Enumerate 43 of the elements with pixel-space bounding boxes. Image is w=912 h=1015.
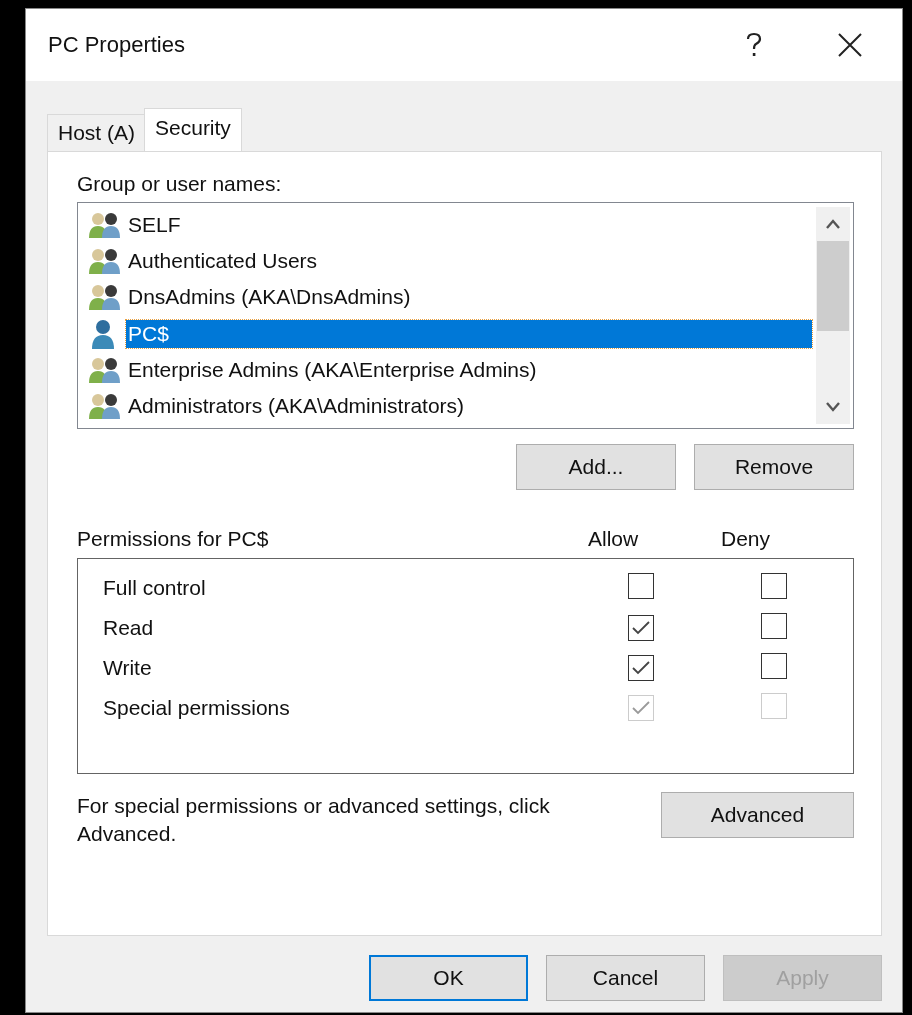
group-list-label: Group or user names: <box>77 172 283 197</box>
tab[interactable]: Host (A) <box>47 114 146 151</box>
check-icon <box>631 700 651 716</box>
list-item[interactable]: Enterprise Admins (AKA\Enterprise Admins) <box>126 355 541 384</box>
user-group-icon <box>88 355 122 384</box>
column-header: Allow <box>588 527 640 551</box>
scroll-down-icon[interactable] <box>826 402 840 412</box>
list-item[interactable]: Authenticated Users <box>126 247 322 276</box>
tab[interactable]: Security <box>144 108 242 151</box>
remove-button[interactable]: Remove <box>694 444 854 490</box>
check-icon <box>631 660 651 676</box>
add-button[interactable]: Add... <box>516 444 676 490</box>
checkbox[interactable] <box>761 572 787 599</box>
list-item[interactable]: Administrators (AKA\Administrators) <box>126 391 469 420</box>
scrollbar[interactable] <box>816 207 850 424</box>
dialog-button[interactable]: Cancel <box>546 955 705 1001</box>
checkbox[interactable] <box>628 572 654 599</box>
permissions-label: Permissions for PC$ <box>77 527 270 551</box>
user-group-icon <box>88 211 122 240</box>
permission-name: Full control <box>103 576 207 600</box>
scroll-up-icon[interactable] <box>826 219 840 229</box>
list-item[interactable]: PC$ <box>126 319 812 348</box>
dialog-button[interactable]: OK <box>369 955 528 1001</box>
list-item[interactable]: SELF <box>126 211 185 240</box>
close-icon[interactable] <box>838 33 862 57</box>
user-group-icon <box>88 391 122 420</box>
column-header: Deny <box>721 527 772 551</box>
permission-name: Write <box>103 656 153 680</box>
help-icon[interactable] <box>746 32 762 58</box>
check-icon <box>631 620 651 636</box>
advanced-button[interactable]: Advanced <box>661 792 854 838</box>
user-group-icon <box>88 283 122 312</box>
scrollbar-thumb[interactable] <box>817 241 849 331</box>
checkbox[interactable] <box>628 655 654 681</box>
window-title: PC Properties <box>48 32 186 58</box>
user-group-icon <box>88 247 122 276</box>
checkbox[interactable] <box>761 652 787 679</box>
checkbox[interactable] <box>628 615 654 641</box>
permission-name: Read <box>103 616 155 640</box>
advanced-hint: For special permissions or advanced settings, click Advanced. <box>77 793 551 847</box>
list-item[interactable]: DnsAdmins (AKA\DnsAdmins) <box>126 283 415 312</box>
permission-name: Special permissions <box>103 696 291 720</box>
checkbox[interactable] <box>761 612 787 639</box>
